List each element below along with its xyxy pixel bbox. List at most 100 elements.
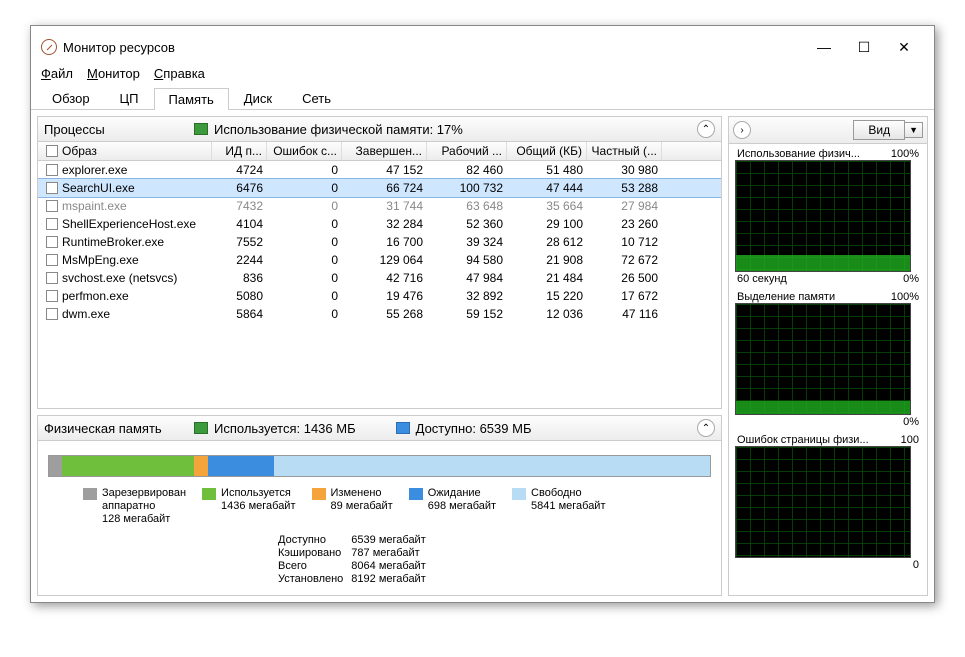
- close-button[interactable]: ✕: [884, 34, 924, 60]
- chart-title: Использование физич...: [737, 148, 860, 160]
- cell-ws: 59 152: [427, 305, 507, 323]
- collapse-processes-icon[interactable]: ⌃: [697, 120, 715, 138]
- titlebar: Монитор ресурсов — ☐ ✕: [31, 26, 934, 64]
- cell-priv: 17 672: [587, 287, 662, 305]
- processes-title: Процессы: [44, 122, 194, 137]
- chart-foot-right: 0%: [903, 416, 919, 428]
- tab-overview[interactable]: Обзор: [37, 87, 105, 109]
- cell-shared: 21 484: [507, 269, 587, 287]
- minimize-button[interactable]: —: [804, 34, 844, 60]
- cell-pid: 7552: [212, 233, 267, 251]
- tab-disk[interactable]: Диск: [229, 87, 287, 109]
- physmem-header[interactable]: Физическая память Используется: 1436 МБ …: [38, 416, 721, 441]
- tab-cpu[interactable]: ЦП: [105, 87, 154, 109]
- col-shared[interactable]: Общий (КБ): [507, 142, 587, 160]
- cell-shared: 21 908: [507, 251, 587, 269]
- cell-err: 0: [267, 305, 342, 323]
- row-checkbox[interactable]: [46, 254, 58, 266]
- cell-image: ShellExperienceHost.exe: [62, 217, 196, 231]
- cell-pid: 4724: [212, 161, 267, 179]
- cell-image: dwm.exe: [62, 307, 110, 321]
- memory-bar: [48, 455, 711, 477]
- cell-err: 0: [267, 233, 342, 251]
- cell-image: RuntimeBroker.exe: [62, 235, 164, 249]
- cell-pid: 5080: [212, 287, 267, 305]
- row-checkbox[interactable]: [46, 236, 58, 248]
- menu-monitor[interactable]: Монитор: [87, 66, 140, 81]
- col-image[interactable]: Образ: [42, 142, 212, 160]
- table-row[interactable]: RuntimeBroker.exe7552016 70039 32428 612…: [38, 233, 721, 251]
- chart-foot-right: 0: [913, 559, 919, 571]
- table-row[interactable]: dwm.exe5864055 26859 15212 03647 116: [38, 305, 721, 323]
- row-checkbox[interactable]: [46, 308, 58, 320]
- col-errors[interactable]: Ошибок с...: [267, 142, 342, 160]
- table-row[interactable]: ShellExperienceHost.exe4104032 28452 360…: [38, 215, 721, 233]
- cell-image: explorer.exe: [62, 163, 127, 177]
- cell-err: 0: [267, 197, 342, 215]
- table-row[interactable]: explorer.exe4724047 15282 46051 48030 98…: [38, 161, 721, 179]
- cell-err: 0: [267, 215, 342, 233]
- cell-comp: 16 700: [342, 233, 427, 251]
- chart-top: 100%: [891, 148, 919, 160]
- chart-top: 100: [901, 434, 919, 446]
- col-workingset[interactable]: Рабочий ...: [427, 142, 507, 160]
- cell-priv: 10 712: [587, 233, 662, 251]
- tab-memory[interactable]: Память: [154, 88, 229, 110]
- cell-image: SearchUI.exe: [62, 181, 135, 195]
- table-row[interactable]: perfmon.exe5080019 47632 89215 22017 672: [38, 287, 721, 305]
- legend-swatch: [202, 488, 216, 500]
- tabbar: Обзор ЦП Память Диск Сеть: [31, 83, 934, 110]
- table-body[interactable]: explorer.exe4724047 15282 46051 48030 98…: [38, 161, 721, 408]
- row-checkbox[interactable]: [46, 218, 58, 230]
- cell-shared: 12 036: [507, 305, 587, 323]
- memory-stats: ДоступноКэшированоВсегоУстановлено 6539 …: [278, 534, 721, 585]
- cell-pid: 2244: [212, 251, 267, 269]
- cell-comp: 19 476: [342, 287, 427, 305]
- cell-image: mspaint.exe: [62, 199, 127, 213]
- physical-memory-panel: Физическая память Используется: 1436 МБ …: [37, 415, 722, 596]
- col-private[interactable]: Частный (...: [587, 142, 662, 160]
- col-completed[interactable]: Завершен...: [342, 142, 427, 160]
- charts-container: Использование физич...100%60 секунд0%Выд…: [729, 144, 927, 573]
- cell-image: MsMpEng.exe: [62, 253, 139, 267]
- table-header: Образ ИД п... Ошибок с... Завершен... Ра…: [38, 142, 721, 161]
- avail-chip-icon: [396, 422, 410, 434]
- cell-ws: 47 984: [427, 269, 507, 287]
- select-all-checkbox[interactable]: [46, 145, 58, 157]
- content: Процессы Использование физической памяти…: [31, 110, 934, 602]
- stat-label: Доступно: [278, 534, 343, 546]
- row-checkbox[interactable]: [46, 290, 58, 302]
- seg-standby: [208, 456, 274, 476]
- row-checkbox[interactable]: [46, 182, 58, 194]
- cell-shared: 15 220: [507, 287, 587, 305]
- cell-err: 0: [267, 161, 342, 179]
- menu-help[interactable]: Справка: [154, 66, 205, 81]
- cell-err: 0: [267, 179, 342, 197]
- view-button[interactable]: Вид: [853, 120, 905, 140]
- table-row[interactable]: mspaint.exe7432031 74463 64835 66427 984: [38, 197, 721, 215]
- col-pid[interactable]: ИД п...: [212, 142, 267, 160]
- cell-ws: 63 648: [427, 197, 507, 215]
- row-checkbox[interactable]: [46, 272, 58, 284]
- right-pane: › Вид ▼ Использование физич...100%60 сек…: [728, 116, 928, 596]
- cell-ws: 39 324: [427, 233, 507, 251]
- cell-pid: 7432: [212, 197, 267, 215]
- row-checkbox[interactable]: [46, 164, 58, 176]
- row-checkbox[interactable]: [46, 200, 58, 212]
- chart-canvas: [735, 303, 911, 415]
- view-dropdown-icon[interactable]: ▼: [905, 122, 923, 138]
- tab-network[interactable]: Сеть: [287, 87, 346, 109]
- collapse-physmem-icon[interactable]: ⌃: [697, 419, 715, 437]
- table-row[interactable]: svchost.exe (netsvcs)836042 71647 98421 …: [38, 269, 721, 287]
- cell-shared: 35 664: [507, 197, 587, 215]
- table-row[interactable]: SearchUI.exe6476066 724100 73247 44453 2…: [38, 179, 721, 197]
- processes-header[interactable]: Процессы Использование физической памяти…: [38, 117, 721, 142]
- collapse-right-icon[interactable]: ›: [733, 121, 751, 139]
- cell-shared: 51 480: [507, 161, 587, 179]
- maximize-button[interactable]: ☐: [844, 34, 884, 60]
- cell-comp: 47 152: [342, 161, 427, 179]
- menu-file[interactable]: Файл: [41, 66, 73, 81]
- cell-comp: 55 268: [342, 305, 427, 323]
- cell-ws: 94 580: [427, 251, 507, 269]
- table-row[interactable]: MsMpEng.exe22440129 06494 58021 90872 67…: [38, 251, 721, 269]
